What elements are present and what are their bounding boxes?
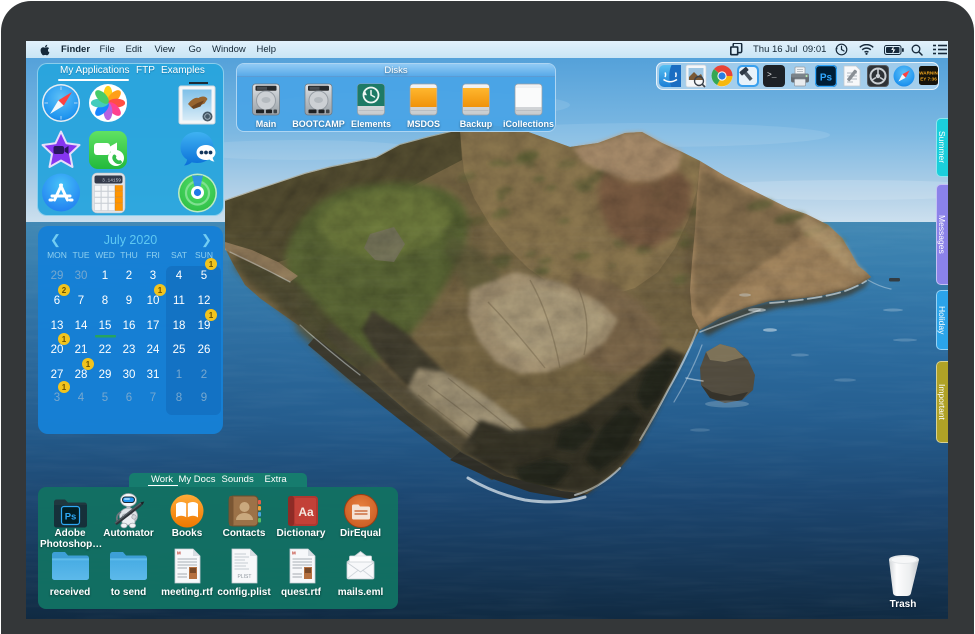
svg-text:2: 2: [62, 286, 67, 295]
svg-text:M: M: [177, 550, 181, 555]
svg-text:PLIST: PLIST: [238, 574, 252, 580]
svg-text:Ps: Ps: [820, 73, 833, 84]
svg-text:Aa: Aa: [298, 505, 314, 519]
svg-text:WARNIN: WARNIN: [919, 71, 938, 76]
svg-text:EY 7:36: EY 7:36: [920, 77, 937, 82]
svg-text:1: 1: [62, 335, 67, 344]
svg-text:Ps: Ps: [65, 511, 77, 522]
svg-text:3.14159: 3.14159: [102, 178, 121, 184]
svg-text:1: 1: [209, 311, 214, 320]
svg-text:1: 1: [209, 260, 214, 269]
svg-text:>_: >_: [767, 71, 777, 80]
svg-text:1: 1: [62, 383, 67, 392]
svg-text:1: 1: [158, 286, 163, 295]
svg-text:1: 1: [86, 360, 91, 369]
